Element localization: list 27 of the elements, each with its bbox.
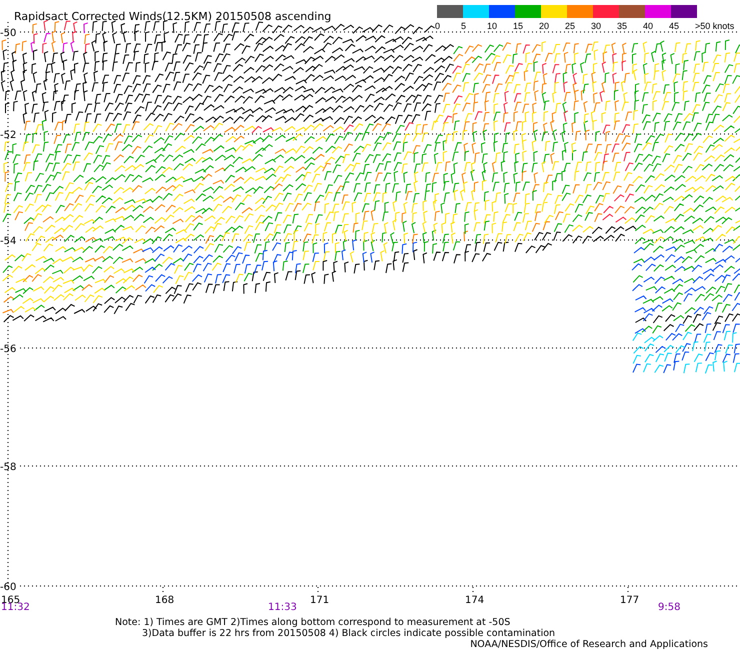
credit-text: NOAA/NESDIS/Office of Research and Applications [470, 639, 708, 650]
legend-label: 15 [513, 21, 524, 31]
legend-label: 10 [487, 21, 498, 31]
legend-label: 20 [539, 21, 550, 31]
latitude-label: -58 [0, 462, 16, 473]
legend-label: 45 [669, 21, 680, 31]
latitude-label: -50 [0, 28, 16, 39]
time-label: 9:58 [658, 602, 680, 613]
time-label: 11:33 [268, 602, 297, 613]
legend-label: 0 [435, 21, 440, 31]
longitude-label: 177 [620, 595, 640, 606]
longitude-label: 171 [310, 595, 330, 606]
latitude-label: -52 [0, 130, 16, 141]
legend-label: 5 [461, 21, 466, 31]
legend-label: 25 [565, 21, 576, 31]
legend-label: 40 [643, 21, 654, 31]
longitude-label: 174 [465, 595, 484, 606]
note-text: Note: 1) Times are GMT 2)Times along bottom correspond to measurement at -50S [115, 617, 510, 628]
chart-title: Rapidsact Corrected Winds(12.5KM) 20150508 ascending [14, 10, 332, 23]
latitude-label: -60 [0, 582, 16, 593]
legend-label: 30 [591, 21, 602, 31]
note-text: 3)Data buffer is 22 hrs from 20150508 4) Black circles indicate possible contamination [142, 628, 556, 639]
legend-label: 35 [617, 21, 628, 31]
latitude-label: -56 [0, 344, 16, 355]
legend-label: >50 knots [695, 21, 734, 31]
longitude-label: 168 [155, 595, 174, 606]
latitude-label: -54 [0, 236, 16, 247]
